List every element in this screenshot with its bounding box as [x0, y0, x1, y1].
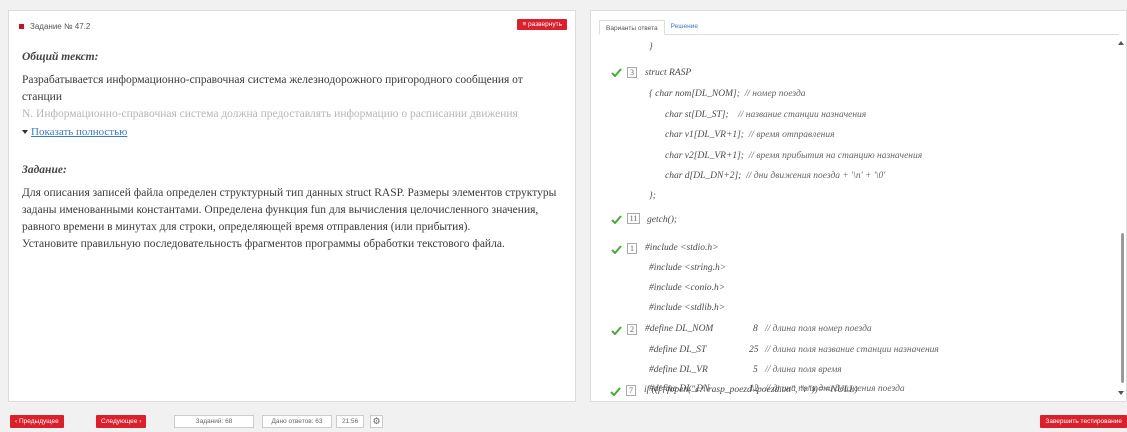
order-number[interactable]: 3	[627, 67, 637, 78]
task-header: Задание № 47.2	[19, 19, 90, 33]
code-comment: // длина поля номер поезда	[765, 324, 872, 334]
common-text-title: Общий текст:	[22, 51, 99, 63]
code-line: #define DL_NOM	[645, 324, 714, 334]
task-number: Задание № 47.2	[30, 21, 91, 31]
timer: 21:56	[336, 415, 364, 428]
task-line: Для описания записей файла определен стр…	[22, 186, 557, 199]
code-line: char v1[DL_VR+1]; // время отправления	[665, 130, 835, 140]
code-line: };	[649, 191, 656, 201]
code-line: #include <string.h>	[649, 263, 727, 273]
checkmark-icon	[611, 245, 622, 254]
code-text: char d[DL_DN+2];	[665, 171, 742, 181]
chevron-down-icon	[22, 130, 28, 134]
finish-test-button[interactable]: Завершить тестирование	[1040, 415, 1127, 428]
checkmark-icon	[610, 387, 621, 396]
scrollbar-thumb[interactable]	[1121, 233, 1124, 383]
code-comment: // длина поля название станции назначени…	[765, 345, 939, 355]
bottom-toolbar: ‹ Предыдущее Следующее › Заданий: 68 Дан…	[0, 411, 1127, 432]
task-title: Задание:	[22, 163, 67, 176]
checkmark-icon	[611, 326, 622, 335]
code-comment: // название станции назначения	[738, 110, 867, 120]
code-line: #define DL_ST	[649, 345, 707, 355]
code-comment: // время отправления	[748, 130, 835, 140]
task-line: равного времени в минутах для строки, оп…	[22, 220, 471, 233]
task-block: Задание: Для описания записей файла опре…	[22, 162, 562, 253]
task-content: Общий текст: Разрабатывается информацион…	[22, 49, 562, 253]
task-marker-icon	[19, 23, 24, 29]
tasks-count: Заданий: 68	[174, 415, 254, 428]
code-line: #include <stdio.h>	[645, 243, 719, 253]
common-text-line: Разрабатывается информационно-справочная…	[22, 74, 523, 103]
settings-gear-icon[interactable]: ⚙	[370, 415, 383, 428]
code-line: char v2[DL_VR+1]; // время прибытия на с…	[665, 151, 922, 161]
code-line: #include <stdlib.h>	[649, 303, 726, 313]
code-line: }	[649, 42, 653, 52]
checkmark-icon	[611, 215, 622, 224]
code-line: #include <conio.h>	[649, 283, 726, 293]
code-line: getch();	[647, 215, 678, 225]
show-more-label: Показать полностью	[31, 125, 128, 138]
code-text: char v2[DL_VR+1];	[665, 151, 744, 161]
code-comment: // длина поля время	[765, 365, 842, 375]
code-comment: // дни движения поезда + '\n' + '\0'	[746, 171, 886, 181]
code-line: char d[DL_DN+2]; // дни движения поезда …	[665, 171, 885, 181]
task-panel: Задание № 47.2 ≡ развернуть Общий текст:…	[8, 10, 576, 402]
previous-button[interactable]: ‹ Предыдущее	[10, 415, 64, 428]
order-number[interactable]: 11	[627, 213, 640, 224]
code-text: { char nom[DL_NOM];	[649, 89, 740, 99]
code-line: #define DL_VR	[649, 365, 708, 375]
fopen-fragment: 7 if ((f=fopen("c:\\rasp_poezd\\poezd.tx…	[590, 380, 1120, 402]
code-value: 5	[753, 365, 758, 375]
task-line: заданы именованными константами. Определ…	[22, 203, 539, 216]
show-more-link[interactable]: Показать полностью	[22, 124, 127, 141]
code-text: char v1[DL_VR+1];	[665, 130, 744, 140]
answer-fragments: } 3 struct RASP { char nom[DL_NOM]; // н…	[591, 11, 1121, 403]
answer-panel: Варианты ответа Решение } 3 struct RASP …	[590, 10, 1127, 402]
order-number[interactable]: 7	[626, 385, 636, 396]
code-comment: // время прибытия на станцию назначения	[748, 151, 923, 161]
code-line: char st[DL_ST]; // название станции назн…	[665, 110, 866, 120]
order-number[interactable]: 2	[627, 324, 637, 335]
code-line: if ((f=fopen("c:\\rasp_poezd\\poezd.txt"…	[644, 385, 858, 395]
code-value: 8	[753, 324, 758, 334]
expand-button[interactable]: ≡ развернуть	[517, 19, 567, 30]
next-button[interactable]: Следующее ›	[96, 415, 147, 428]
task-line: Установите правильную последовательность…	[22, 237, 505, 250]
order-number[interactable]: 1	[627, 243, 637, 254]
answers-given: Дано ответов: 63	[262, 415, 332, 428]
common-text-faded-line: N. Информационно-справочная система долж…	[22, 108, 518, 120]
code-line: { char nom[DL_NOM]; // номер поезда	[649, 89, 806, 99]
code-value: 25	[749, 345, 759, 355]
code-text: char st[DL_ST];	[665, 110, 729, 120]
code-comment: // номер поезда	[744, 89, 806, 99]
checkmark-icon	[611, 68, 622, 77]
code-line: struct RASP	[645, 68, 692, 78]
